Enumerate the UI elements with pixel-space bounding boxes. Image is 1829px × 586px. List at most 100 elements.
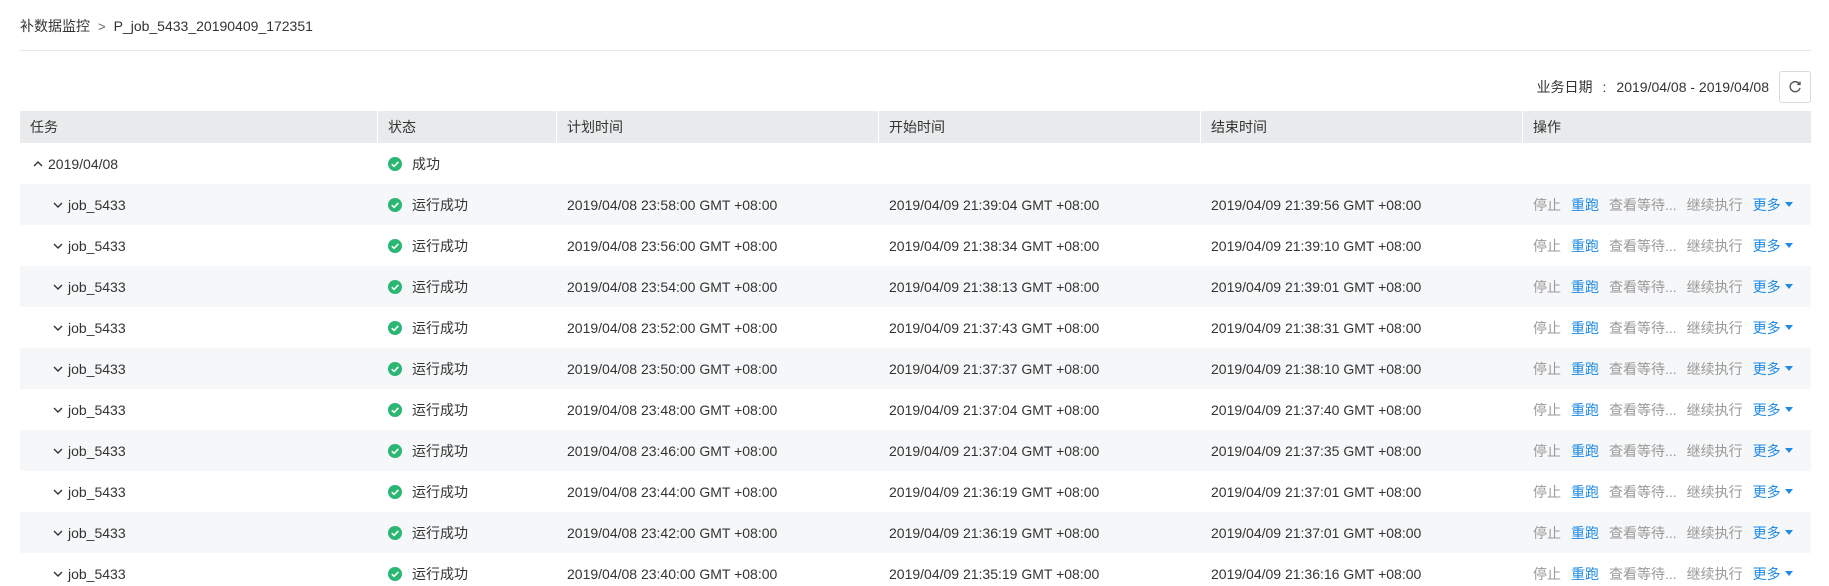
more-dropdown[interactable]: 更多	[1753, 318, 1793, 338]
rerun-button[interactable]: 重跑	[1571, 523, 1599, 543]
chevron-down-icon[interactable]	[50, 320, 66, 336]
continue-button[interactable]: 继续执行	[1687, 441, 1743, 461]
task-cell: job_5433	[20, 184, 378, 225]
task-cell: job_5433	[20, 389, 378, 430]
view-waiting-button[interactable]: 查看等待...	[1609, 441, 1677, 461]
stop-button[interactable]: 停止	[1533, 482, 1561, 502]
view-waiting-button[interactable]: 查看等待...	[1609, 195, 1677, 215]
view-waiting-button[interactable]: 查看等待...	[1609, 318, 1677, 338]
chevron-down-icon[interactable]	[50, 443, 66, 459]
planned-time-cell: 2019/04/08 23:52:00 GMT +08:00	[567, 319, 778, 336]
business-date-label: 业务日期	[1536, 79, 1593, 95]
view-waiting-button[interactable]: 查看等待...	[1609, 277, 1677, 297]
more-dropdown[interactable]: 更多	[1753, 564, 1793, 584]
end-time-cell: 2019/04/09 21:37:01 GMT +08:00	[1211, 483, 1422, 500]
stop-button[interactable]: 停止	[1533, 564, 1561, 584]
rerun-button[interactable]: 重跑	[1571, 564, 1599, 584]
status-cell: 运行成功	[378, 348, 557, 389]
continue-button[interactable]: 继续执行	[1687, 277, 1743, 297]
continue-button[interactable]: 继续执行	[1687, 564, 1743, 584]
breadcrumb-parent-link[interactable]: 补数据监控	[20, 16, 90, 36]
status-text: 运行成功	[412, 401, 468, 418]
rerun-button[interactable]: 重跑	[1571, 400, 1599, 420]
more-dropdown[interactable]: 更多	[1753, 482, 1793, 502]
more-dropdown[interactable]: 更多	[1753, 236, 1793, 256]
table-row: job_5433 运行成功 2019/04/08 23:54:00 GMT +08:…	[20, 266, 1811, 307]
caret-down-icon	[1784, 530, 1793, 535]
refresh-icon	[1789, 81, 1801, 93]
rerun-button[interactable]: 重跑	[1571, 277, 1599, 297]
refresh-button[interactable]	[1779, 71, 1811, 103]
stop-button[interactable]: 停止	[1533, 277, 1561, 297]
view-waiting-button[interactable]: 查看等待...	[1609, 400, 1677, 420]
view-waiting-button[interactable]: 查看等待...	[1609, 564, 1677, 584]
stop-button[interactable]: 停止	[1533, 236, 1561, 256]
task-rows: job_5433 运行成功 2019/04/08 23:58:00 GMT +08:…	[20, 184, 1811, 586]
continue-button[interactable]: 继续执行	[1687, 482, 1743, 502]
status-text: 运行成功	[412, 319, 468, 336]
chevron-down-icon[interactable]	[50, 525, 66, 541]
status-cell: 运行成功	[378, 225, 557, 266]
chevron-down-icon[interactable]	[50, 279, 66, 295]
rerun-button[interactable]: 重跑	[1571, 236, 1599, 256]
chevron-down-icon[interactable]	[50, 566, 66, 582]
view-waiting-button[interactable]: 查看等待...	[1609, 236, 1677, 256]
rerun-button[interactable]: 重跑	[1571, 441, 1599, 461]
rerun-button[interactable]: 重跑	[1571, 318, 1599, 338]
chevron-up-icon[interactable]	[30, 156, 46, 172]
more-dropdown[interactable]: 更多	[1753, 523, 1793, 543]
caret-down-icon	[1784, 366, 1793, 371]
more-label: 更多	[1752, 401, 1781, 418]
header-end-time: 结束时间	[1201, 111, 1523, 143]
planned-time-cell: 2019/04/08 23:54:00 GMT +08:00	[567, 278, 778, 295]
status-cell: 运行成功	[378, 471, 557, 512]
chevron-down-icon[interactable]	[50, 484, 66, 500]
more-dropdown[interactable]: 更多	[1753, 400, 1793, 420]
chevron-down-icon[interactable]	[50, 361, 66, 377]
table-row: job_5433 运行成功 2019/04/08 23:46:00 GMT +08:…	[20, 430, 1811, 471]
status-cell: 运行成功	[378, 389, 557, 430]
business-date-colon: :	[1602, 79, 1607, 95]
operations-cell: 停止 重跑 查看等待... 继续执行 更多	[1523, 225, 1811, 266]
stop-button[interactable]: 停止	[1533, 400, 1561, 420]
stop-button[interactable]: 停止	[1533, 195, 1561, 215]
continue-button[interactable]: 继续执行	[1687, 400, 1743, 420]
continue-button[interactable]: 继续执行	[1687, 195, 1743, 215]
more-dropdown[interactable]: 更多	[1753, 441, 1793, 461]
continue-button[interactable]: 继续执行	[1687, 318, 1743, 338]
table-row: job_5433 运行成功 2019/04/08 23:50:00 GMT +08:…	[20, 348, 1811, 389]
status-cell: 运行成功	[378, 430, 557, 471]
header-operations: 操作	[1533, 119, 1561, 135]
more-dropdown[interactable]: 更多	[1753, 195, 1793, 215]
start-time-cell: 2019/04/09 21:37:43 GMT +08:00	[889, 319, 1100, 336]
stop-button[interactable]: 停止	[1533, 359, 1561, 379]
rerun-button[interactable]: 重跑	[1571, 482, 1599, 502]
start-time-cell: 2019/04/09 21:38:13 GMT +08:00	[889, 278, 1100, 295]
more-dropdown[interactable]: 更多	[1753, 359, 1793, 379]
caret-down-icon	[1784, 284, 1793, 289]
stop-button[interactable]: 停止	[1533, 318, 1561, 338]
rerun-button[interactable]: 重跑	[1571, 195, 1599, 215]
rerun-button[interactable]: 重跑	[1571, 359, 1599, 379]
caret-down-icon	[1784, 243, 1793, 248]
more-dropdown[interactable]: 更多	[1753, 277, 1793, 297]
check-circle-icon	[388, 484, 402, 499]
view-waiting-button[interactable]: 查看等待...	[1609, 359, 1677, 379]
chevron-down-icon[interactable]	[50, 197, 66, 213]
chevron-down-icon[interactable]	[50, 402, 66, 418]
stop-button[interactable]: 停止	[1533, 441, 1561, 461]
continue-button[interactable]: 继续执行	[1687, 236, 1743, 256]
stop-button[interactable]: 停止	[1533, 523, 1561, 543]
end-time-cell: 2019/04/09 21:37:01 GMT +08:00	[1211, 524, 1422, 541]
view-waiting-button[interactable]: 查看等待...	[1609, 482, 1677, 502]
status-cell: 运行成功	[378, 266, 557, 307]
task-cell: job_5433	[20, 430, 378, 471]
operations-cell: 停止 重跑 查看等待... 继续执行 更多	[1523, 184, 1811, 225]
continue-button[interactable]: 继续执行	[1687, 359, 1743, 379]
chevron-down-icon[interactable]	[50, 238, 66, 254]
continue-button[interactable]: 继续执行	[1687, 523, 1743, 543]
group-cell: 2019/04/08	[20, 143, 378, 184]
table-row: job_5433 运行成功 2019/04/08 23:52:00 GMT +08:…	[20, 307, 1811, 348]
view-waiting-button[interactable]: 查看等待...	[1609, 523, 1677, 543]
table-row: job_5433 运行成功 2019/04/08 23:58:00 GMT +08:…	[20, 184, 1811, 225]
